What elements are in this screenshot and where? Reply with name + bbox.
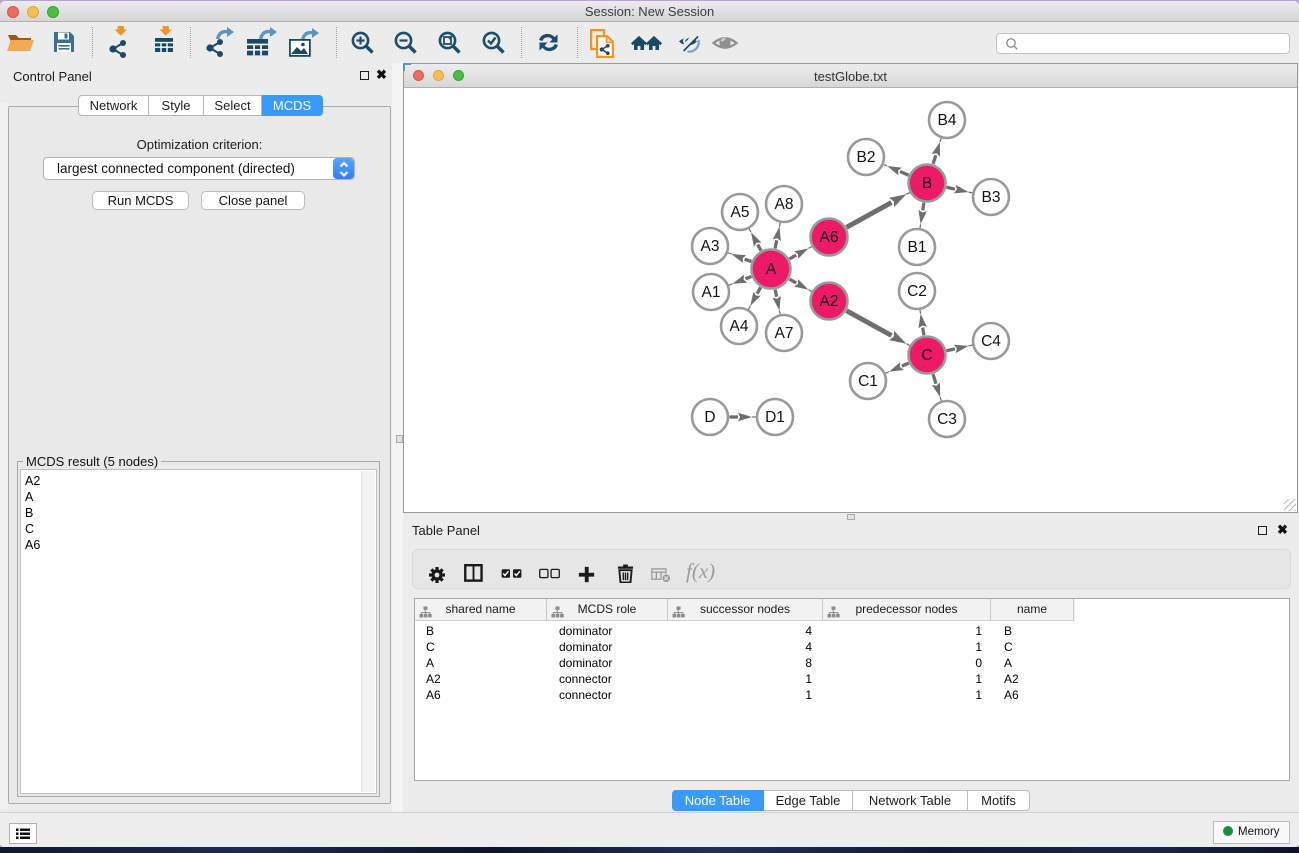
svg-text:A6: A6 xyxy=(820,229,839,246)
svg-text:A8: A8 xyxy=(775,196,794,213)
svg-text:A: A xyxy=(766,261,777,278)
svg-text:C: C xyxy=(921,347,932,364)
svg-text:A3: A3 xyxy=(701,238,720,255)
svg-text:C4: C4 xyxy=(981,333,1001,350)
svg-text:B4: B4 xyxy=(938,112,957,129)
svg-text:B2: B2 xyxy=(857,149,876,166)
svg-text:A7: A7 xyxy=(775,325,794,342)
svg-text:B: B xyxy=(922,175,932,192)
svg-text:A5: A5 xyxy=(731,204,750,221)
svg-text:C1: C1 xyxy=(858,373,878,390)
svg-text:A1: A1 xyxy=(702,284,721,301)
svg-text:A2: A2 xyxy=(820,293,839,310)
svg-text:B3: B3 xyxy=(982,189,1001,206)
svg-text:A4: A4 xyxy=(730,318,749,335)
svg-text:D1: D1 xyxy=(765,409,785,426)
svg-text:C2: C2 xyxy=(907,283,927,300)
svg-text:B1: B1 xyxy=(908,239,927,256)
svg-text:C3: C3 xyxy=(937,411,957,428)
svg-text:D: D xyxy=(704,409,715,426)
